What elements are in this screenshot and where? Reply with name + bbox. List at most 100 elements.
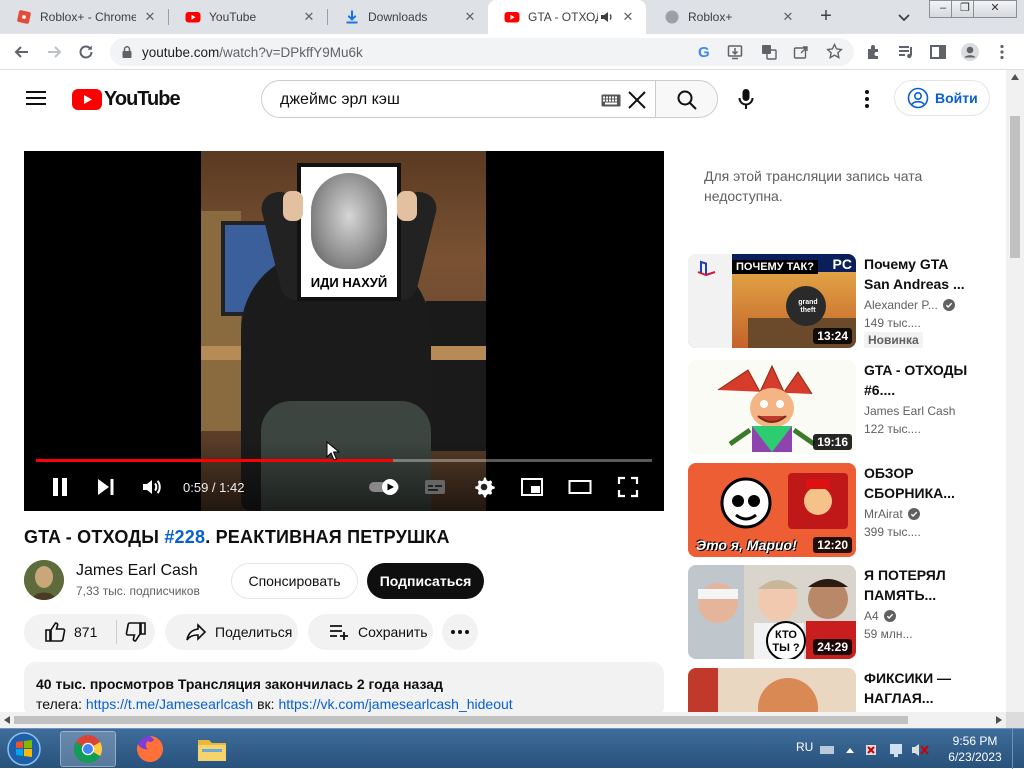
taskbar-explorer[interactable] <box>184 731 240 767</box>
tab-roblox-plus[interactable]: Roblox+ ✕ <box>648 0 806 34</box>
video-thumbnail[interactable]: grand theft ПОЧЕМУ ТАК? PC 13:24 <box>688 254 856 348</box>
recommended-video[interactable]: ФИКСИКИ — НАГЛАЯ... <box>688 668 978 712</box>
tab-gta-othody[interactable]: GTA - ОТХОД ✕ <box>488 0 646 34</box>
theater-mode-icon[interactable] <box>568 475 592 499</box>
share-button[interactable]: Поделиться <box>165 614 298 650</box>
keyboard-icon[interactable] <box>601 94 621 107</box>
recommended-views: 149 тыс.... <box>864 316 921 330</box>
url-text[interactable]: youtube.com/watch?v=DPkffY9Mu6k <box>142 45 363 60</box>
recommended-title[interactable]: ОБЗОР СБОРНИКА... <box>864 463 970 503</box>
sign-in-button[interactable]: Войти <box>894 80 990 116</box>
recommended-video[interactable]: 19:16 GTA - ОТХОДЫ #6.... James Earl Cas… <box>688 360 978 454</box>
video-description[interactable]: 40 тыс. просмотров Трансляция закончилас… <box>24 662 664 718</box>
subtitles-icon[interactable] <box>423 475 447 499</box>
recommended-channel[interactable]: MrAirat <box>864 507 974 521</box>
like-button[interactable]: 871 <box>24 614 116 650</box>
progress-bar[interactable] <box>36 459 652 462</box>
hashtag-link[interactable]: #228 <box>164 527 205 547</box>
recommended-video[interactable]: КТО ТЫ ? 24:29 Я ПОТЕРЯЛ ПАМЯТЬ... A4 59… <box>688 565 978 659</box>
sponsor-button[interactable]: Спонсировать <box>231 563 358 599</box>
video-thumbnail[interactable] <box>688 668 856 712</box>
hamburger-menu-icon[interactable] <box>26 90 46 106</box>
volume-icon[interactable] <box>140 475 164 499</box>
scroll-left-arrow-icon[interactable] <box>4 716 10 724</box>
side-panel-icon[interactable] <box>928 42 948 62</box>
translate-icon[interactable] <box>761 44 777 60</box>
google-icon[interactable]: G <box>698 44 710 61</box>
recommended-title[interactable]: Я ПОТЕРЯЛ ПАМЯТЬ... <box>864 565 970 605</box>
recommended-title[interactable]: ФИКСИКИ — НАГЛАЯ... <box>864 668 970 708</box>
microphone-icon[interactable] <box>734 87 758 111</box>
bookmark-star-icon[interactable] <box>826 43 843 60</box>
lock-icon[interactable] <box>120 45 134 59</box>
svg-text:grand: grand <box>798 299 817 306</box>
tab-youtube[interactable]: YouTube ✕ <box>169 0 327 34</box>
recommended-video[interactable]: grand theft ПОЧЕМУ ТАК? PC 13:24 Почему G… <box>688 254 978 348</box>
pause-icon[interactable] <box>48 475 72 499</box>
vertical-scrollbar[interactable] <box>1006 70 1024 712</box>
profile-avatar-icon[interactable] <box>960 42 980 62</box>
youtube-logo[interactable]: YouTube <box>72 88 181 111</box>
recommended-channel[interactable]: James Earl Cash <box>864 404 974 418</box>
video-thumbnail[interactable]: Это я, Марио! 12:20 <box>688 463 856 557</box>
dislike-button[interactable] <box>117 614 155 650</box>
search-input[interactable]: джеймс эрл кэш <box>261 80 656 118</box>
channel-name[interactable]: James Earl Cash <box>76 562 198 580</box>
settings-gear-icon[interactable] <box>472 475 496 499</box>
install-app-icon[interactable] <box>727 44 743 60</box>
address-bar[interactable]: youtube.com/watch?v=DPkffY9Mu6k G <box>110 38 854 66</box>
taskbar-chrome[interactable] <box>60 731 116 767</box>
channel-avatar[interactable] <box>24 560 64 600</box>
tab-downloads[interactable]: Downloads ✕ <box>328 0 488 34</box>
vertical-scroll-thumb[interactable] <box>1010 116 1020 258</box>
extensions-puzzle-icon[interactable] <box>864 42 884 62</box>
media-playlist-icon[interactable] <box>896 42 916 62</box>
vk-link[interactable]: https://vk.com/jamesearlcash_hideout <box>278 696 512 712</box>
start-button[interactable] <box>4 730 44 768</box>
video-thumbnail[interactable]: КТО ТЫ ? 24:29 <box>688 565 856 659</box>
close-window-button[interactable]: ✕ <box>973 0 1017 18</box>
recommended-title[interactable]: Почему GTA San Andreas ... <box>864 254 970 294</box>
video-player[interactable]: ИДИ НАХУЙ 0:59 / 1:42 <box>24 151 664 511</box>
recommended-video[interactable]: Это я, Марио! 12:20 ОБЗОР СБОРНИКА... Mr… <box>688 463 978 557</box>
clear-search-icon[interactable] <box>626 89 648 111</box>
more-actions-button[interactable] <box>442 614 478 650</box>
reload-icon[interactable] <box>76 42 96 62</box>
taskbar-clock[interactable]: 9:56 PM 6/23/2023 <box>942 733 1008 765</box>
subscribe-button[interactable]: Подписаться <box>367 563 484 599</box>
share-icon[interactable] <box>793 44 809 60</box>
autoplay-toggle[interactable] <box>368 479 402 495</box>
horizontal-scroll-thumb[interactable] <box>14 716 908 724</box>
tab-close-icon[interactable]: ✕ <box>780 9 796 25</box>
scroll-right-arrow-icon[interactable] <box>996 716 1002 724</box>
verified-check-icon <box>942 299 955 311</box>
tab-close-icon[interactable]: ✕ <box>620 9 636 25</box>
fullscreen-icon[interactable] <box>616 475 640 499</box>
recommended-channel[interactable]: A4 <box>864 609 974 623</box>
save-button[interactable]: Сохранить <box>308 614 433 650</box>
show-desktop-button[interactable] <box>1012 729 1024 769</box>
tab-close-icon[interactable]: ✕ <box>462 9 478 25</box>
miniplayer-icon[interactable] <box>520 475 544 499</box>
video-thumbnail[interactable]: 19:16 <box>688 360 856 454</box>
taskbar-firefox[interactable] <box>122 731 178 767</box>
language-indicator[interactable]: RU <box>796 740 813 754</box>
recommended-title[interactable]: GTA - ОТХОДЫ #6.... <box>864 360 970 400</box>
search-button[interactable] <box>655 80 718 118</box>
chrome-menu-icon[interactable] <box>992 42 1012 62</box>
telegram-link[interactable]: https://t.me/Jamesearlcash <box>86 696 253 712</box>
recommended-channel[interactable]: Alexander P... <box>864 298 974 312</box>
roblox-plus-icon <box>16 9 32 25</box>
horizontal-scrollbar[interactable] <box>0 712 1006 728</box>
next-video-icon[interactable] <box>94 475 118 499</box>
tab-close-icon[interactable]: ✕ <box>142 9 158 25</box>
chevron-down-icon[interactable] <box>895 8 913 26</box>
scroll-up-arrow-icon[interactable] <box>1011 74 1019 80</box>
tab-close-icon[interactable]: ✕ <box>301 9 317 25</box>
back-arrow-icon[interactable] <box>12 42 32 62</box>
forward-arrow-icon[interactable] <box>44 42 64 62</box>
audio-playing-icon[interactable] <box>600 10 614 24</box>
more-options-icon[interactable] <box>856 87 878 111</box>
new-tab-button[interactable]: + <box>815 6 837 28</box>
tab-roblox-plus-chrome[interactable]: Roblox+ - Chrome ✕ <box>0 0 168 34</box>
